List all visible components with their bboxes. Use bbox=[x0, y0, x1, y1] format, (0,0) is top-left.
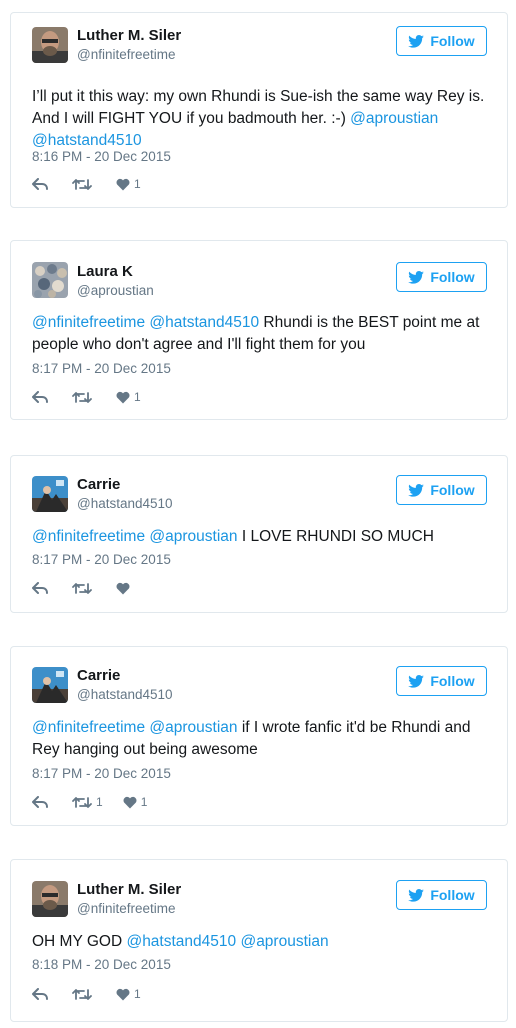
mention-link[interactable]: @nfinitefreetime bbox=[32, 719, 145, 736]
reply-button[interactable] bbox=[32, 987, 52, 1001]
heart-icon bbox=[116, 391, 130, 403]
retweet-icon bbox=[72, 391, 92, 403]
tweet-text: OH MY GOD @hatstand4510 @aproustian bbox=[32, 931, 487, 953]
twitter-bird-icon bbox=[408, 483, 425, 497]
tweet-timestamp[interactable]: 8:17 PM - 20 Dec 2015 bbox=[32, 552, 171, 567]
author-handle[interactable]: @nfinitefreetime bbox=[77, 47, 176, 62]
tweet-text: @nfinitefreetime @aproustian I LOVE RHUN… bbox=[32, 526, 487, 548]
mention-link[interactable]: @nfinitefreetime bbox=[32, 314, 145, 331]
follow-label: Follow bbox=[430, 33, 475, 49]
tweet-card: Laura K @aproustian Follow @nfinitefreet… bbox=[10, 240, 508, 420]
tweet-card: Luther M. Siler @nfinitefreetime Follow … bbox=[10, 859, 508, 1022]
follow-button[interactable]: Follow bbox=[396, 475, 487, 505]
author-name[interactable]: Luther M. Siler bbox=[77, 881, 181, 898]
reply-icon bbox=[32, 795, 48, 808]
tweet-actions: 1 bbox=[32, 389, 141, 405]
follow-label: Follow bbox=[430, 482, 475, 498]
author-name[interactable]: Carrie bbox=[77, 667, 120, 684]
reply-button[interactable] bbox=[32, 390, 52, 404]
retweet-icon bbox=[72, 178, 92, 190]
follow-button[interactable]: Follow bbox=[396, 666, 487, 696]
tweet-text: I’ll put it this way: my own Rhundi is S… bbox=[32, 86, 487, 152]
retweet-button[interactable] bbox=[72, 988, 96, 1001]
author-name[interactable]: Luther M. Siler bbox=[77, 27, 181, 44]
twitter-bird-icon bbox=[408, 270, 425, 284]
author-handle[interactable]: @aproustian bbox=[77, 283, 154, 298]
mention-link[interactable]: @aproustian bbox=[240, 933, 328, 950]
retweet-button[interactable]: 1 bbox=[72, 795, 103, 809]
author-handle[interactable]: @hatstand4510 bbox=[77, 687, 173, 702]
avatar[interactable] bbox=[32, 881, 68, 917]
tweet-text-body: I LOVE RHUNDI SO MUCH bbox=[237, 528, 434, 545]
tweet-text-body: OH MY GOD bbox=[32, 933, 127, 950]
like-count: 1 bbox=[140, 795, 148, 809]
retweet-button[interactable] bbox=[72, 178, 96, 191]
avatar[interactable] bbox=[32, 667, 68, 703]
author-name[interactable]: Carrie bbox=[77, 476, 120, 493]
mention-link[interactable]: @hatstand4510 bbox=[32, 132, 142, 149]
tweet-card: Carrie @hatstand4510 Follow @nfinitefree… bbox=[10, 646, 508, 826]
tweet-timestamp[interactable]: 8:17 PM - 20 Dec 2015 bbox=[32, 766, 171, 781]
like-button[interactable]: 1 bbox=[116, 390, 141, 404]
reply-icon bbox=[32, 390, 48, 403]
reply-icon bbox=[32, 987, 48, 1000]
tweet-actions bbox=[32, 580, 134, 596]
retweet-icon bbox=[72, 582, 92, 594]
mention-link[interactable]: @aproustian bbox=[350, 110, 438, 127]
author-name[interactable]: Laura K bbox=[77, 263, 133, 280]
heart-icon bbox=[116, 582, 130, 594]
follow-label: Follow bbox=[430, 887, 475, 903]
tweet-card: Luther M. Siler @nfinitefreetime Follow … bbox=[10, 12, 508, 208]
follow-label: Follow bbox=[430, 269, 475, 285]
mention-link[interactable]: @aproustian bbox=[149, 719, 237, 736]
tweet-card: Carrie @hatstand4510 Follow @nfinitefree… bbox=[10, 455, 508, 613]
mention-link[interactable]: @hatstand4510 bbox=[149, 314, 259, 331]
twitter-bird-icon bbox=[408, 674, 425, 688]
tweet-timestamp[interactable]: 8:17 PM - 20 Dec 2015 bbox=[32, 361, 171, 376]
retweet-button[interactable] bbox=[72, 582, 96, 595]
reply-button[interactable] bbox=[32, 177, 52, 191]
reply-button[interactable] bbox=[32, 581, 52, 595]
author-handle[interactable]: @nfinitefreetime bbox=[77, 901, 176, 916]
follow-label: Follow bbox=[430, 673, 475, 689]
avatar[interactable] bbox=[32, 262, 68, 298]
follow-button[interactable]: Follow bbox=[396, 26, 487, 56]
tweet-actions: 1 1 bbox=[32, 794, 147, 810]
heart-icon bbox=[123, 796, 137, 808]
retweet-button[interactable] bbox=[72, 391, 96, 404]
twitter-bird-icon bbox=[408, 888, 425, 902]
tweet-text: @nfinitefreetime @aproustian if I wrote … bbox=[32, 717, 487, 761]
follow-button[interactable]: Follow bbox=[396, 880, 487, 910]
tweet-actions: 1 bbox=[32, 986, 141, 1002]
mention-link[interactable]: @hatstand4510 bbox=[126, 933, 236, 950]
follow-button[interactable]: Follow bbox=[396, 262, 487, 292]
mention-link[interactable]: @aproustian bbox=[149, 528, 237, 545]
reply-button[interactable] bbox=[32, 795, 52, 809]
like-count: 1 bbox=[134, 390, 141, 404]
tweet-timestamp[interactable]: 8:18 PM - 20 Dec 2015 bbox=[32, 957, 171, 972]
like-count: 1 bbox=[134, 987, 141, 1001]
retweet-count: 1 bbox=[96, 795, 103, 809]
like-button[interactable]: 1 bbox=[123, 795, 148, 809]
like-button[interactable] bbox=[116, 582, 134, 595]
reply-icon bbox=[32, 581, 48, 594]
heart-icon bbox=[116, 178, 130, 190]
tweet-text: @nfinitefreetime @hatstand4510 Rhundi is… bbox=[32, 312, 487, 356]
like-button[interactable]: 1 bbox=[116, 987, 141, 1001]
like-count: 1 bbox=[134, 177, 141, 191]
twitter-bird-icon bbox=[408, 34, 425, 48]
like-button[interactable]: 1 bbox=[116, 177, 141, 191]
retweet-icon bbox=[72, 988, 92, 1000]
retweet-icon bbox=[72, 796, 92, 808]
mention-link[interactable]: @nfinitefreetime bbox=[32, 528, 145, 545]
avatar[interactable] bbox=[32, 27, 68, 63]
avatar[interactable] bbox=[32, 476, 68, 512]
tweet-actions: 1 bbox=[32, 176, 141, 192]
reply-icon bbox=[32, 177, 48, 190]
heart-icon bbox=[116, 988, 130, 1000]
tweet-timestamp[interactable]: 8:16 PM - 20 Dec 2015 bbox=[32, 149, 171, 164]
author-handle[interactable]: @hatstand4510 bbox=[77, 496, 173, 511]
